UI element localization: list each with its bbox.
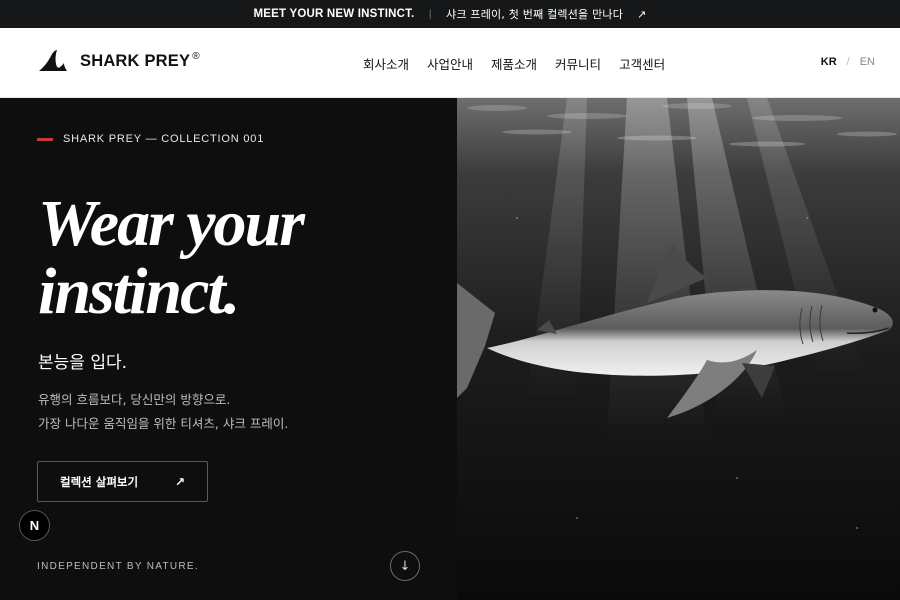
- main-nav: 회사소개 사업안내 제품소개 커뮤니티 고객센터: [363, 54, 665, 73]
- registered-mark: ®: [192, 50, 200, 62]
- announcement-ko: 샤크 프레이, 첫 번째 컬렉션을 만나다: [446, 8, 624, 21]
- n-badge-icon[interactable]: N: [19, 510, 50, 541]
- hero-text-panel: SHARK PREY — COLLECTION 001 Wear your in…: [0, 98, 457, 600]
- view-collection-button[interactable]: 컬렉션 살펴보기 ↗: [37, 461, 208, 502]
- announcement-separator: |: [428, 8, 433, 20]
- lang-kr[interactable]: KR: [821, 56, 837, 68]
- nav-company[interactable]: 회사소개: [363, 54, 409, 73]
- lang-divider: /: [846, 56, 850, 68]
- shark-photo: [457, 98, 900, 600]
- hero-description: 유행의 흐름보다, 당신만의 방향으로. 가장 나다운 움직임을 위한 티셔츠,…: [38, 388, 288, 436]
- eyebrow-accent-bar: [37, 137, 53, 141]
- hero-shark-image: [457, 98, 900, 600]
- site-header: SHARK PREY ® 회사소개 사업안내 제품소개 커뮤니티 고객센터 KR…: [0, 28, 900, 98]
- headline-line-2: instinct.: [38, 255, 240, 328]
- announcement-en: MEET YOUR NEW INSTINCT.: [253, 8, 415, 20]
- brand-name: SHARK PREY: [80, 51, 191, 70]
- arrow-up-right-icon[interactable]: ↗: [637, 8, 646, 21]
- hero-eyebrow: SHARK PREY — COLLECTION 001: [37, 133, 264, 145]
- description-line-2: 가장 나다운 움직임을 위한 티셔츠, 샤크 프레이.: [38, 416, 289, 431]
- arrow-down-icon: ↓: [399, 558, 411, 574]
- scroll-down-button[interactable]: ↓: [390, 551, 420, 581]
- nav-community[interactable]: 커뮤니티: [555, 54, 601, 73]
- shark-fin-icon: [39, 50, 67, 71]
- cta-label: 컬렉션 살펴보기: [60, 474, 139, 489]
- eyebrow-text: SHARK PREY — COLLECTION 001: [63, 133, 265, 145]
- hero-headline: Wear your instinct.: [38, 190, 438, 326]
- language-switcher: KR / EN: [821, 56, 875, 68]
- description-line-1: 유행의 흐름보다, 당신만의 방향으로.: [38, 392, 231, 407]
- logo[interactable]: SHARK PREY ®: [38, 50, 200, 72]
- headline-line-1: Wear your: [38, 187, 305, 260]
- arrow-up-right-icon: ↗: [174, 474, 185, 489]
- nav-support[interactable]: 고객센터: [619, 54, 665, 73]
- hero-tagline: INDEPENDENT BY NATURE.: [37, 561, 199, 572]
- hero-subhead: 본능을 입다.: [38, 353, 128, 373]
- nav-products[interactable]: 제품소개: [491, 54, 537, 73]
- lang-en[interactable]: EN: [860, 56, 875, 68]
- nav-business[interactable]: 사업안내: [427, 54, 473, 73]
- announcement-bar[interactable]: MEET YOUR NEW INSTINCT. | 샤크 프레이, 첫 번째 컬…: [0, 0, 900, 28]
